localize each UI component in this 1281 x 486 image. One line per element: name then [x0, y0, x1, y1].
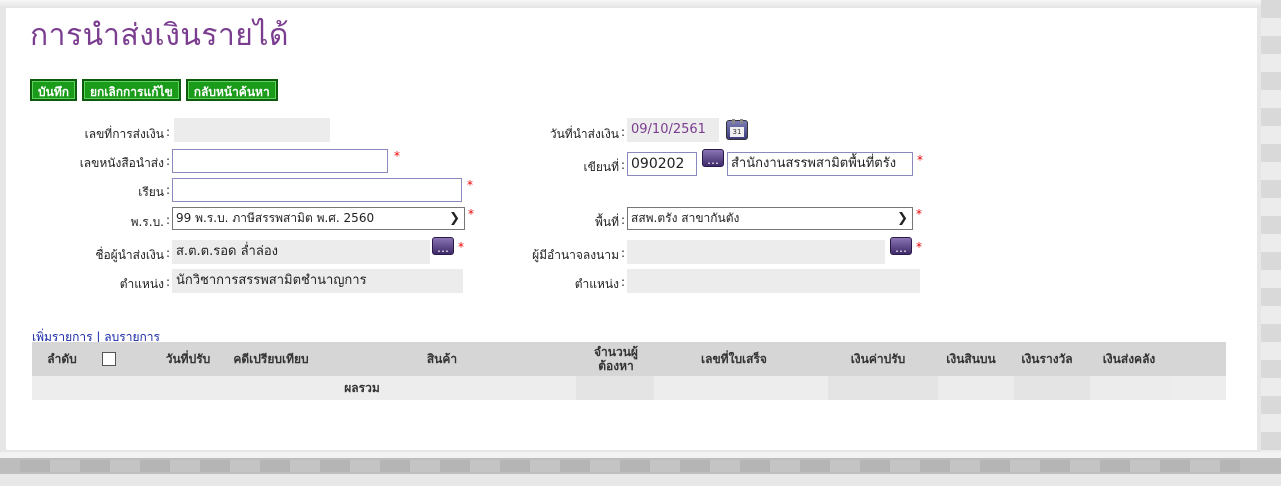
sender-position-label: ตำแหน่ง — [119, 277, 164, 291]
total-cell — [1092, 376, 1172, 400]
required-marker: * — [916, 207, 922, 221]
to-label: เรียน — [138, 185, 164, 199]
remit-date-field: 09/10/2561 — [627, 118, 719, 142]
total-cell — [1014, 376, 1090, 400]
total-label: ผลรวม — [344, 381, 380, 395]
column-header: สินค้า — [426, 352, 458, 366]
colon: : — [621, 246, 626, 260]
column-header: วันที่ปรับ — [165, 352, 211, 366]
act-label: พ.ร.บ. — [130, 215, 164, 229]
total-cell — [828, 376, 938, 400]
select-all-checkbox[interactable] — [102, 352, 116, 366]
sender-position-field: นักวิชาการสรรพสามิตชำนาญการ — [172, 269, 463, 293]
chevron-down-icon: ❯ — [449, 211, 460, 226]
sender-name-field: ส.ต.ต.รอด ล่ำล่อง — [172, 240, 430, 264]
column-header: ลำดับ — [47, 352, 77, 366]
sender-name-label: ชื่อผู้นำส่งเงิน — [95, 248, 164, 262]
remit-date-label: วันที่นำส่งเงิน — [549, 127, 619, 141]
page-title: การนำส่งเงินรายได้ — [30, 18, 289, 53]
items-total-row: ผลรวม — [32, 376, 1226, 400]
toolbar: บันทึก ยกเลิกการแก้ไข กลับหน้าค้นหา — [30, 79, 278, 101]
colon: : — [166, 125, 171, 139]
colon: : — [621, 158, 626, 172]
act-select-value: 99 พ.ร.บ. ภาษีสรรพสามิต พ.ศ. 2560 — [176, 211, 375, 225]
colon: : — [166, 275, 171, 289]
signer-position-label: ตำแหน่ง — [574, 277, 619, 291]
frame-band — [20, 460, 1240, 472]
column-header: เงินส่งคลัง — [1102, 352, 1156, 366]
required-marker: * — [458, 240, 464, 254]
column-header: เงินค่าปรับ — [850, 352, 906, 366]
total-cell — [576, 376, 654, 400]
area-select[interactable]: สสพ.ตรัง สาขากันตัง ❯ — [627, 207, 913, 230]
colon: : — [166, 154, 171, 168]
frame-right — [1261, 0, 1281, 486]
back-to-search-button[interactable]: กลับหน้าค้นหา — [185, 79, 278, 101]
total-cell — [938, 376, 1014, 400]
calendar-ring — [740, 119, 743, 124]
colon: : — [166, 213, 171, 227]
calendar-pad: 31 — [730, 127, 744, 137]
colon: : — [621, 275, 626, 289]
area-select-value: สสพ.ตรัง สาขากันตัง — [631, 211, 740, 225]
calendar-icon[interactable]: 31 — [726, 119, 748, 140]
remit-no-field — [174, 118, 330, 142]
signer-position-field — [627, 269, 920, 293]
act-select[interactable]: 99 พ.ร.บ. ภาษีสรรพสามิต พ.ศ. 2560 ❯ — [172, 207, 465, 230]
colon: : — [166, 183, 171, 197]
frame-bottom — [0, 452, 1281, 486]
required-marker: * — [468, 207, 474, 221]
authorized-signer-label: ผู้มีอำนาจลงนาม — [532, 248, 619, 262]
chevron-down-icon: ❯ — [897, 211, 908, 226]
content-panel: การนำส่งเงินรายได้ บันทึก ยกเลิกการแก้ไข… — [6, 8, 1257, 450]
items-table-header: ลำดับ วันที่ปรับ คดีเปรียบเทียบ สินค้า จ… — [32, 342, 1226, 376]
save-button[interactable]: บันทึก — [30, 79, 77, 101]
column-header: เงินสินบน — [946, 352, 996, 366]
letter-no-input[interactable] — [172, 149, 388, 173]
to-input[interactable] — [172, 178, 462, 202]
frame-top — [0, 0, 1281, 8]
column-header: จำนวนผู้ต้องหา — [594, 345, 638, 373]
column-header: คดีเปรียบเทียบ — [233, 352, 309, 366]
column-header: เงินรางวัล — [1021, 352, 1073, 366]
colon: : — [621, 125, 626, 139]
letter-no-label: เลขหนังสือนำส่ง — [79, 156, 164, 170]
colon: : — [621, 213, 626, 227]
colon: : — [166, 246, 171, 260]
calendar-ring — [732, 119, 735, 124]
column-header: เลขที่ใบเสร็จ — [701, 352, 767, 366]
signer-lookup-button[interactable]: … — [890, 237, 912, 255]
written-at-lookup-button[interactable]: … — [702, 149, 724, 167]
written-at-code-input[interactable]: 090202 — [627, 152, 697, 176]
cancel-edit-button[interactable]: ยกเลิกการแก้ไข — [82, 79, 181, 101]
written-at-label: เขียนที่ — [583, 160, 619, 174]
required-marker: * — [467, 178, 473, 192]
written-at-name-field: สำนักงานสรรพสามิตพื้นที่ตรัง — [727, 152, 913, 176]
area-label: พื้นที่ — [594, 215, 619, 229]
required-marker: * — [394, 149, 400, 163]
remit-no-label: เลขที่การส่งเงิน — [84, 127, 164, 141]
required-marker: * — [917, 153, 923, 167]
required-marker: * — [916, 240, 922, 254]
authorized-signer-field — [627, 240, 885, 264]
sender-lookup-button[interactable]: … — [432, 237, 454, 255]
